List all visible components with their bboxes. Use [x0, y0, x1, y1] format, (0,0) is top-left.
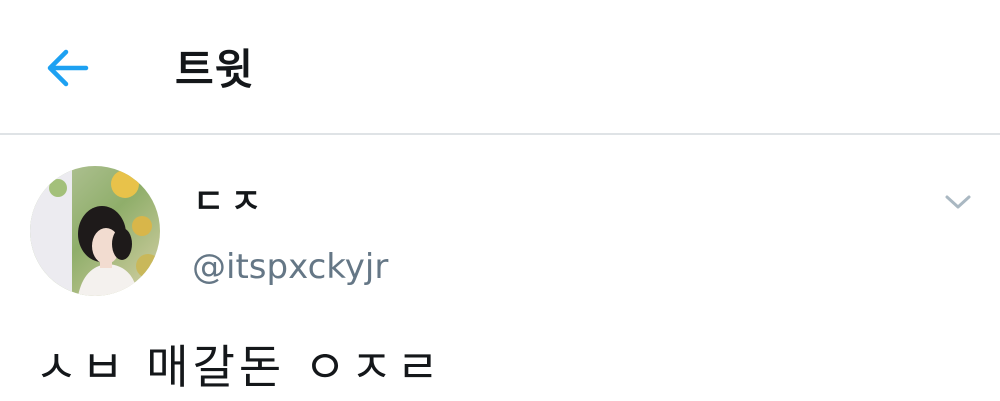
- avatar[interactable]: [30, 166, 160, 296]
- tweet-text: ㅅㅂ 매갈돈 ㅇㅈㄹ: [35, 340, 443, 394]
- tweet-menu-button[interactable]: [936, 186, 980, 222]
- chevron-down-icon: [944, 193, 972, 215]
- display-name[interactable]: ㄷㅈ: [193, 180, 268, 224]
- user-handle[interactable]: @itspxckyjr: [192, 245, 388, 289]
- arrow-left-icon: [46, 48, 90, 92]
- top-bar: 트윗: [0, 0, 1000, 135]
- page-title: 트윗: [175, 45, 255, 94]
- back-button[interactable]: [40, 44, 96, 96]
